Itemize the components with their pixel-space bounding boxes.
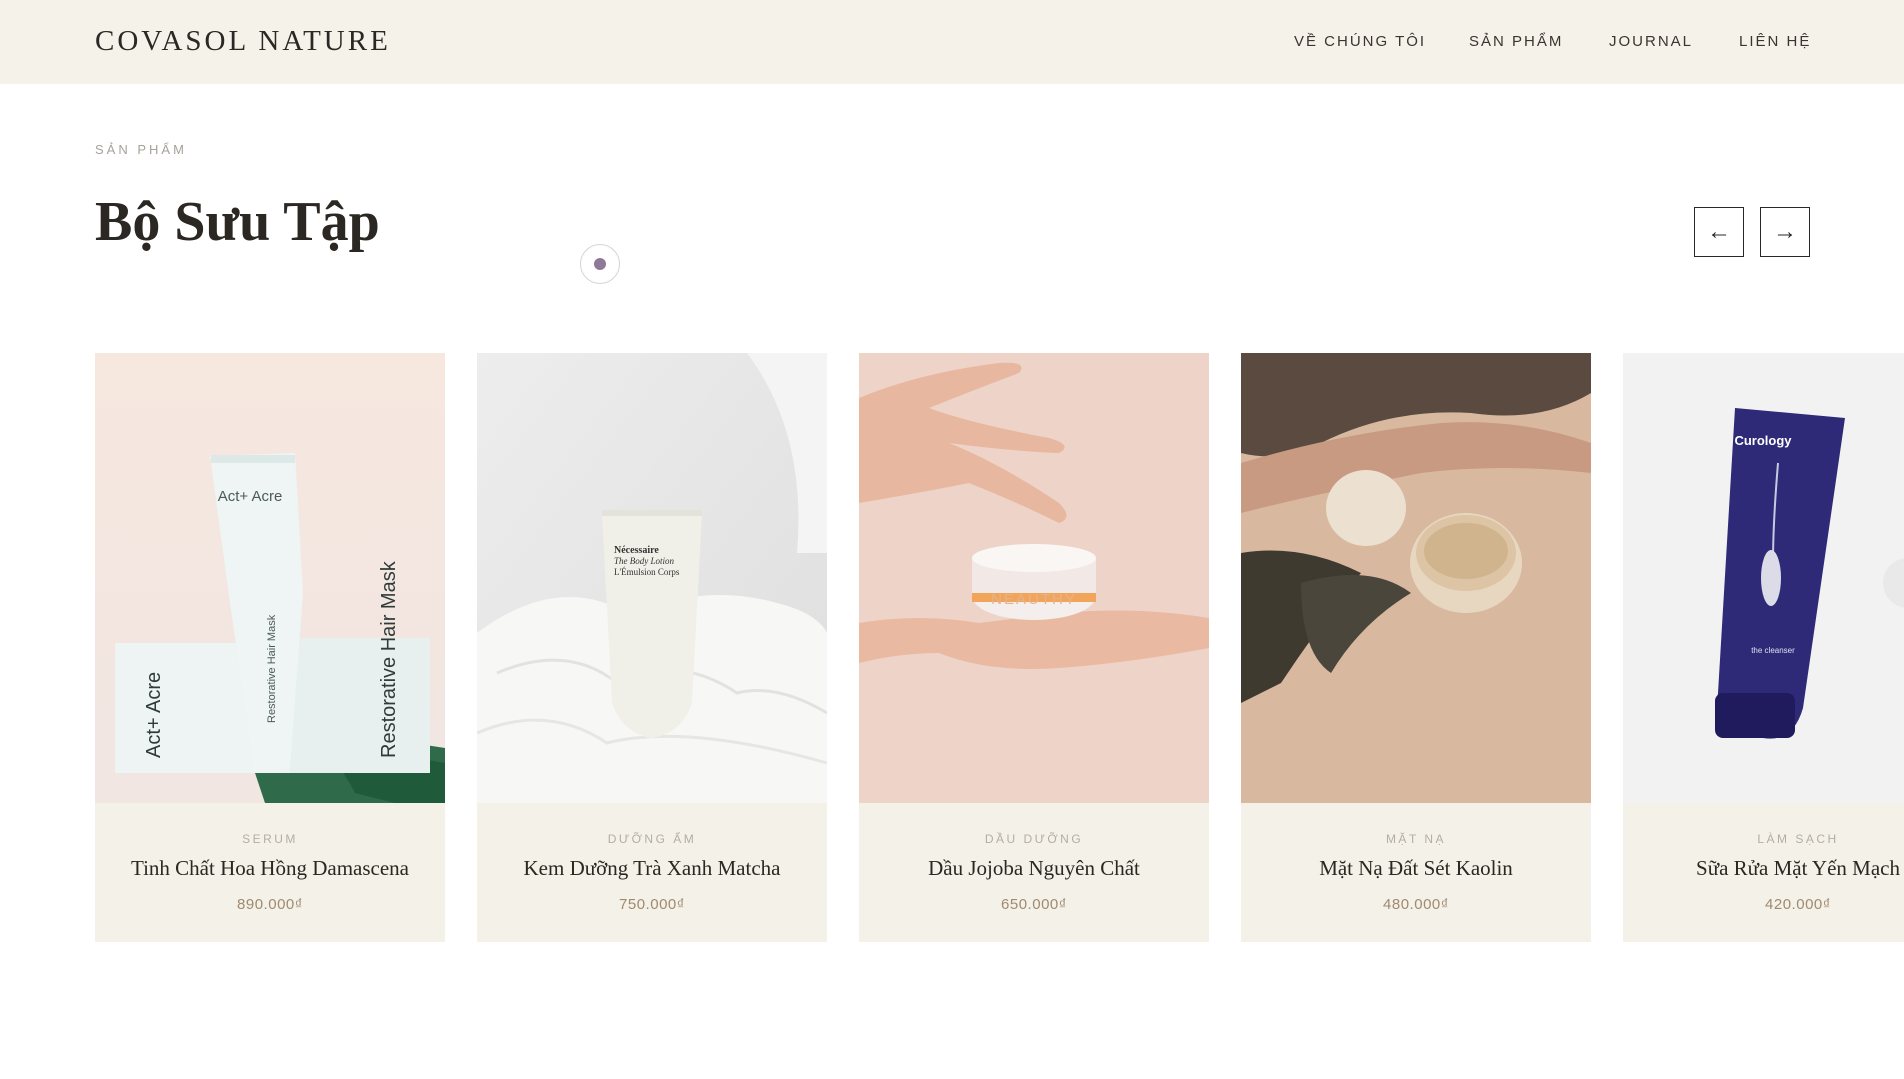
product-card[interactable]: Act+ Acre Restorative Hair Mask Act+ Acr… [95, 353, 445, 942]
product-label-text: The Body Lotion [614, 556, 674, 566]
product-image[interactable] [1241, 353, 1591, 803]
product-category: DẦU DƯỠNG [984, 832, 1084, 846]
product-category: DƯỠNG ẨM [607, 832, 697, 846]
product-image[interactable]: Curology the cleanser [1623, 353, 1904, 803]
nav-item-journal[interactable]: JOURNAL [1609, 33, 1693, 50]
product-price: 650.000₫ [1001, 896, 1067, 913]
product-price: 890.000₫ [237, 896, 303, 913]
product-info: DƯỠNG ẨM Kem Dưỡng Trà Xanh Matcha 750.0… [477, 803, 827, 942]
product-price: 420.000₫ [1765, 896, 1831, 913]
product-name[interactable]: Dầu Jojoba Nguyên Chất [859, 856, 1209, 881]
product-label-text: the cleanser [1751, 646, 1795, 655]
section-eyebrow: SẢN PHẨM [95, 142, 187, 157]
product-category: SERUM [242, 832, 298, 846]
main-nav: VỀ CHÚNG TÔI SẢN PHẨM JOURNAL LIÊN HỆ [0, 33, 1904, 53]
brand-mark-text: Curology [1734, 433, 1792, 448]
product-price: 480.000₫ [1383, 896, 1449, 913]
arrow-right-icon: → [1773, 218, 1797, 245]
product-card[interactable]: Nécessaire The Body Lotion L'Émulsion Co… [477, 353, 827, 942]
product-info: LÀM SẠCH Sữa Rửa Mặt Yến Mạch 420.000₫ [1623, 803, 1904, 942]
cursor-indicator [580, 244, 620, 284]
brand-mark-text: NEAUTHY [991, 591, 1077, 608]
product-price: 750.000₫ [619, 896, 685, 913]
box-brand-text: Act+ Acre [143, 672, 165, 758]
brand-mark-text: Act+ Acre [218, 488, 283, 505]
carousel-next-button[interactable]: → [1760, 207, 1810, 257]
product-name[interactable]: Tinh Chất Hoa Hồng Damascena [95, 856, 445, 881]
box-product-text: Restorative Hair Mask [378, 560, 400, 758]
product-info: DẦU DƯỠNG Dầu Jojoba Nguyên Chất 650.000… [859, 803, 1209, 942]
product-name[interactable]: Sữa Rửa Mặt Yến Mạch [1623, 856, 1904, 881]
product-image[interactable]: Act+ Acre Restorative Hair Mask Act+ Acr… [95, 353, 445, 803]
nav-item-contact[interactable]: LIÊN HỆ [1739, 33, 1811, 50]
site-header: COVASOL NATURE VỀ CHÚNG TÔI SẢN PHẨM JOU… [0, 0, 1904, 84]
product-card[interactable]: MẶT NẠ Mặt Nạ Đất Sét Kaolin 480.000₫ [1241, 353, 1591, 942]
product-info: SERUM Tinh Chất Hoa Hồng Damascena 890.0… [95, 803, 445, 942]
product-image[interactable]: Nécessaire The Body Lotion L'Émulsion Co… [477, 353, 827, 803]
product-image[interactable]: NEAUTHY [859, 353, 1209, 803]
product-card[interactable]: NEAUTHY DẦU DƯỠNG Dầu Jojoba Nguyên Chất… [859, 353, 1209, 942]
product-category: MẶT NẠ [1385, 832, 1447, 846]
carousel-prev-button[interactable]: ← [1694, 207, 1744, 257]
product-sublabel-text: L'Émulsion Corps [614, 567, 680, 577]
product-label-text: Restorative Hair Mask [266, 614, 278, 723]
product-category: LÀM SẠCH [1757, 832, 1839, 846]
product-name[interactable]: Mặt Nạ Đất Sét Kaolin [1241, 856, 1591, 881]
nav-item-products[interactable]: SẢN PHẨM [1469, 33, 1563, 50]
brand-mark-text: Nécessaire [614, 545, 659, 556]
product-carousel: Act+ Acre Restorative Hair Mask Act+ Acr… [0, 353, 1904, 943]
product-info: MẶT NẠ Mặt Nạ Đất Sét Kaolin 480.000₫ [1241, 803, 1591, 942]
page-title: Bộ Sưu Tập [95, 191, 380, 253]
arrow-left-icon: ← [1707, 218, 1731, 245]
product-card[interactable]: Curology the cleanser LÀM SẠCH Sữa Rửa M… [1623, 353, 1904, 942]
product-name[interactable]: Kem Dưỡng Trà Xanh Matcha [477, 856, 827, 881]
cursor-dot [594, 258, 606, 270]
nav-item-about[interactable]: VỀ CHÚNG TÔI [1294, 33, 1426, 50]
